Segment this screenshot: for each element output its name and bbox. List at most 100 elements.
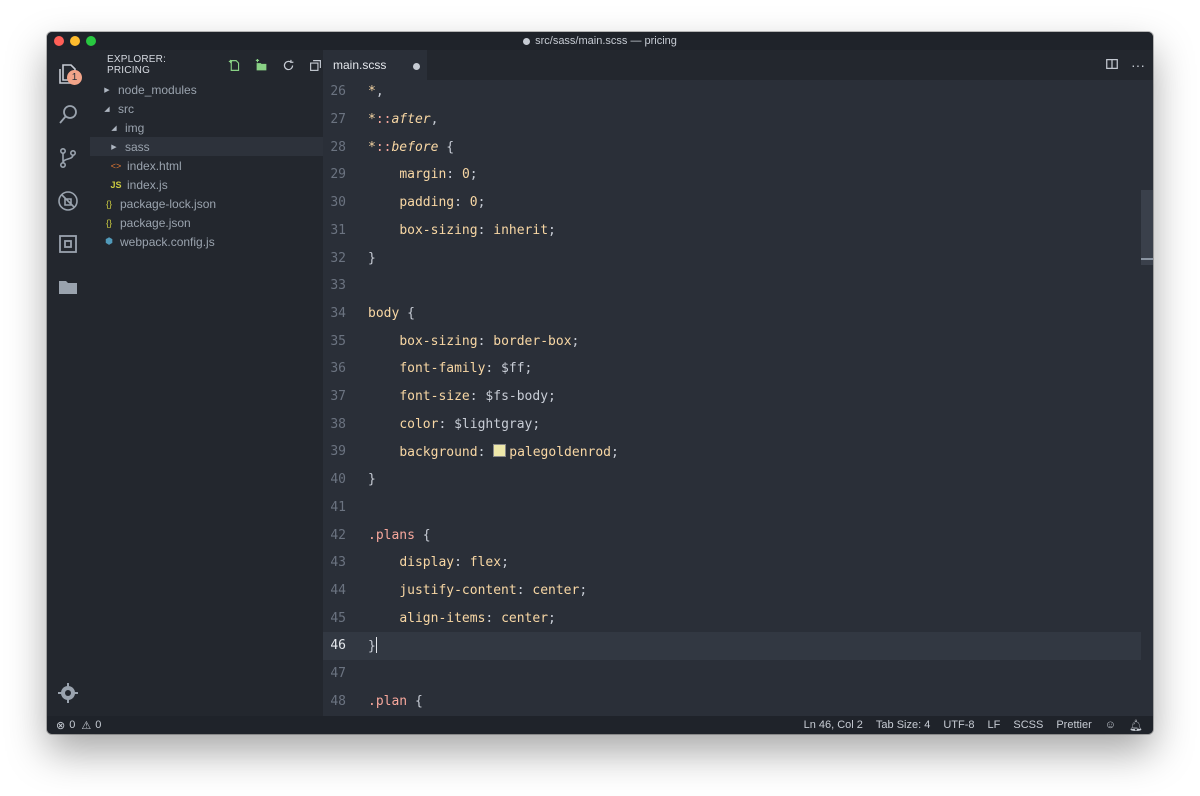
line-number: 34 <box>330 305 346 321</box>
source-control-icon[interactable] <box>55 145 81 171</box>
tree-item-img[interactable]: ◢ img <box>90 118 323 137</box>
end-of-line[interactable]: LF <box>988 719 1001 731</box>
explorer-title: EXPLORER: PRICING <box>107 54 167 76</box>
line-number: 43 <box>330 555 346 571</box>
tree-item-webpack-config-js[interactable]: ⬢ webpack.config.js <box>90 232 323 251</box>
code-line: 28 *::before { <box>323 133 1153 161</box>
formatter-prettier[interactable]: Prettier <box>1056 719 1091 731</box>
close-window-button[interactable] <box>54 36 64 46</box>
color-swatch-icon[interactable] <box>493 443 507 457</box>
chevron-right-icon: ▶ <box>111 143 117 151</box>
line-number: 40 <box>330 472 346 488</box>
tree-item-label: node_modules <box>118 82 197 97</box>
tab-main-scss[interactable]: main.scss <box>323 50 427 80</box>
feedback-smiley-icon[interactable]: ☺ <box>1105 719 1116 731</box>
split-editor-icon[interactable] <box>1105 57 1119 74</box>
collapse-all-icon[interactable] <box>307 57 323 73</box>
file-tree: ▶ node_modules ◢ src ◢ img ▶ sass <> ind… <box>90 80 323 251</box>
tree-item-label: webpack.config.js <box>120 234 215 249</box>
code-line: 43 display: flex; <box>323 549 1153 577</box>
folder-icon[interactable] <box>55 274 81 300</box>
tree-item-index-js[interactable]: JS index.js <box>90 175 323 194</box>
tree-item-label: index.js <box>127 177 168 192</box>
code-text: } <box>368 637 377 654</box>
tree-item-package-json[interactable]: {} package.json <box>90 213 323 232</box>
line-number: 28 <box>330 139 346 155</box>
code-text: .plans { <box>368 527 431 543</box>
line-number: 45 <box>330 610 346 626</box>
code-text: padding: 0; <box>399 195 486 211</box>
code-line: 44 justify-content: center; <box>323 577 1153 605</box>
code-line: 33 <box>323 272 1153 300</box>
code-editor[interactable]: 26 *, 27 *::after, 28 *::before { 29 mar… <box>323 80 1153 716</box>
line-number: 48 <box>330 693 346 709</box>
unsaved-dot-icon[interactable] <box>413 63 420 70</box>
tree-item-label: package-lock.json <box>120 196 217 211</box>
tree-item-label: img <box>125 120 145 135</box>
code-line: 41 <box>323 494 1153 522</box>
code-text: background: palegoldenrod; <box>399 443 619 460</box>
code-line: 32 } <box>323 244 1153 272</box>
tree-item-sass[interactable]: ▶ sass <box>90 137 323 156</box>
code-text: .plan { <box>368 693 423 709</box>
code-line: 47 <box>323 660 1153 688</box>
explorer-header: EXPLORER: PRICING <box>90 50 323 80</box>
explorer-badge: 1 <box>67 70 82 85</box>
tree-item-index-html[interactable]: <> index.html <box>90 156 323 175</box>
notification-bell-icon[interactable]: 🔔︎ <box>1129 719 1143 732</box>
tree-item-src[interactable]: ◢ src <box>90 99 323 118</box>
settings-gear-icon[interactable] <box>55 680 81 706</box>
editor-tab-bar: main.scss ··· <box>323 50 1153 80</box>
traffic-lights <box>54 36 96 46</box>
code-line: 38 color: $lightgray; <box>323 410 1153 438</box>
tree-item-node-modules[interactable]: ▶ node_modules <box>90 80 323 99</box>
code-line: 45 align-items: center; <box>323 604 1153 632</box>
tab-label: main.scss <box>333 58 387 72</box>
error-icon: ⊗ <box>56 719 66 732</box>
problems-indicator[interactable]: ⊗ 0 ⚠ 0 <box>47 719 101 732</box>
scrollbar-cursor-marker <box>1141 258 1153 260</box>
more-actions-icon[interactable]: ··· <box>1131 57 1145 74</box>
text-cursor <box>375 637 377 654</box>
html-file-icon: <> <box>110 160 122 171</box>
tree-item-label: sass <box>125 139 150 154</box>
line-number: 26 <box>330 84 346 100</box>
debug-icon[interactable] <box>55 188 81 214</box>
code-line: 37 font-size: $fs-body; <box>323 383 1153 411</box>
cursor-position[interactable]: Ln 46, Col 2 <box>804 719 863 731</box>
refresh-icon[interactable] <box>280 57 296 73</box>
zoom-window-button[interactable] <box>86 36 96 46</box>
code-line: 31 box-sizing: inherit; <box>323 217 1153 245</box>
line-number: 30 <box>330 195 346 211</box>
search-icon[interactable] <box>55 102 81 128</box>
line-number: 47 <box>330 666 346 682</box>
language-mode[interactable]: SCSS <box>1013 719 1043 731</box>
line-number: 41 <box>330 499 346 515</box>
extensions-icon[interactable] <box>55 231 81 257</box>
code-line: 42 .plans { <box>323 521 1153 549</box>
scrollbar-thumb[interactable] <box>1141 190 1153 265</box>
new-folder-icon[interactable] <box>253 57 269 73</box>
status-bar: ⊗ 0 ⚠ 0 Ln 46, Col 2 Tab Size: 4 UTF-8 L… <box>47 716 1153 734</box>
line-number: 31 <box>330 222 346 238</box>
chevron-down-icon: ◢ <box>104 105 110 113</box>
code-text: color: $lightgray; <box>399 416 541 432</box>
js-file-icon: JS <box>110 179 122 190</box>
line-number: 39 <box>330 444 346 460</box>
vertical-scrollbar[interactable] <box>1141 110 1153 716</box>
window-title: src/sass/main.scss — pricing <box>535 35 677 47</box>
explorer-sidebar: EXPLORER: PRICING ▶ node_modules ◢ src ◢… <box>90 50 323 716</box>
minimize-window-button[interactable] <box>70 36 80 46</box>
encoding[interactable]: UTF-8 <box>943 719 974 731</box>
tree-item-package-lock-json[interactable]: {} package-lock.json <box>90 194 323 213</box>
error-count: 0 <box>69 719 76 731</box>
line-number: 44 <box>330 582 346 598</box>
warning-icon: ⚠ <box>81 719 92 732</box>
code-text-content: } <box>368 639 376 655</box>
warning-count: 0 <box>95 719 102 731</box>
code-line: 29 margin: 0; <box>323 161 1153 189</box>
line-number: 36 <box>330 361 346 377</box>
line-number: 46 <box>330 638 346 654</box>
new-file-icon[interactable] <box>226 57 242 73</box>
tab-size[interactable]: Tab Size: 4 <box>876 719 930 731</box>
